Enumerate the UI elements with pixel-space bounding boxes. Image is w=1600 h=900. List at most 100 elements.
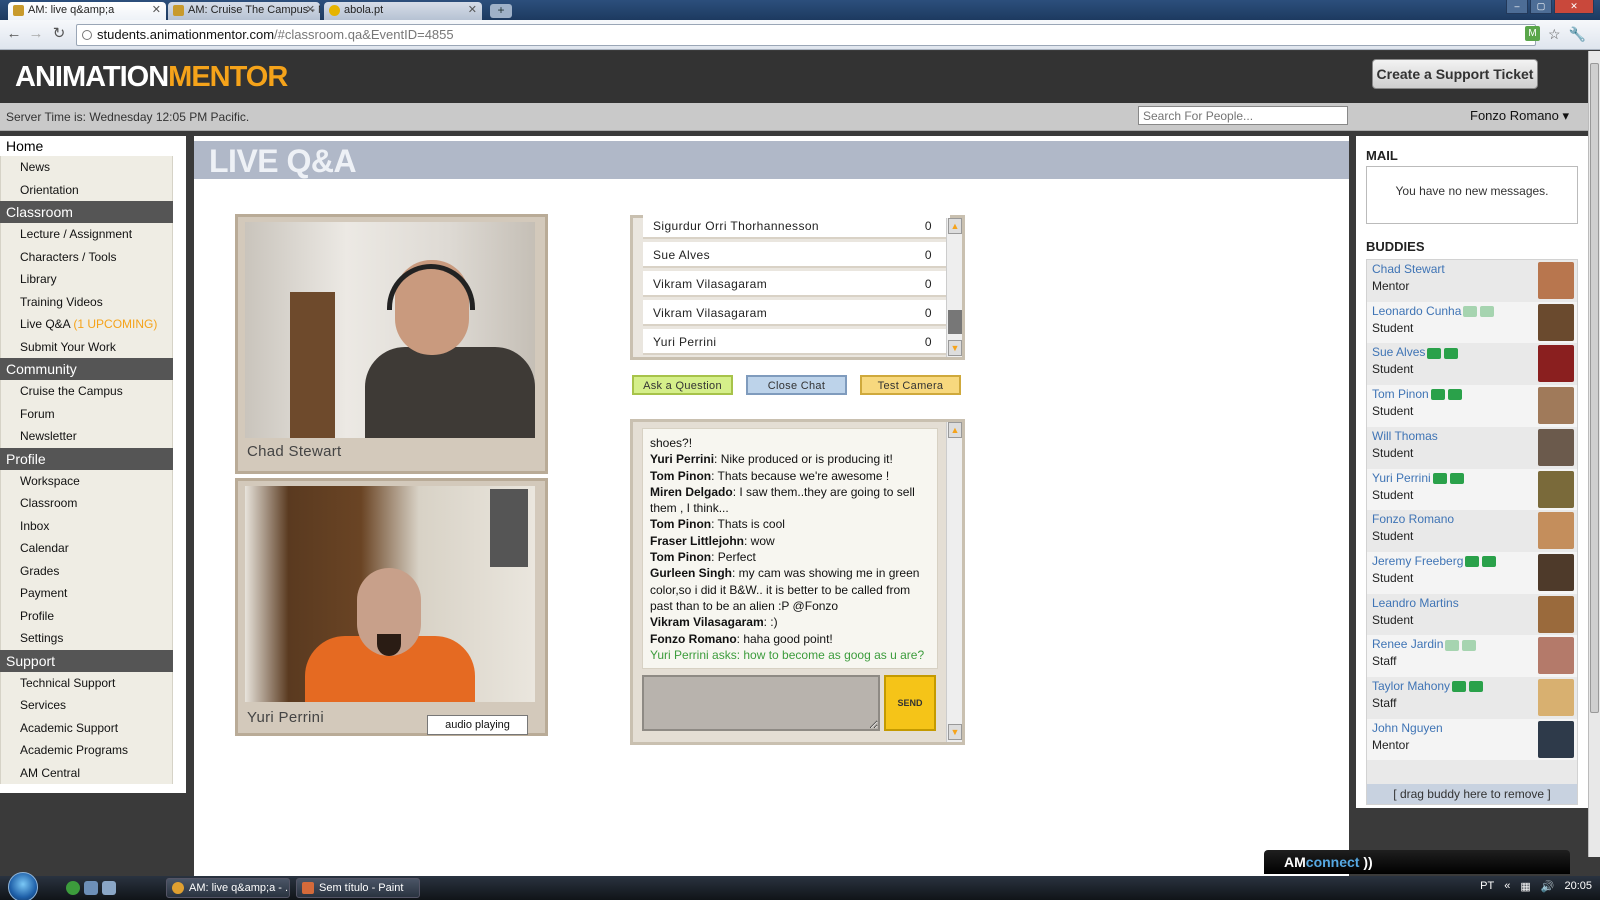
- page-info-icon[interactable]: [82, 30, 92, 40]
- close-tab-icon[interactable]: ✕: [152, 2, 161, 19]
- buddy-name[interactable]: Sue Alves: [1372, 345, 1425, 359]
- minimize-icon[interactable]: –: [1506, 0, 1528, 14]
- drag-remove-zone[interactable]: [ drag buddy here to remove ]: [1367, 784, 1577, 804]
- scroll-thumb[interactable]: [948, 310, 962, 334]
- nav-item-lecture[interactable]: Lecture / Assignment: [1, 223, 172, 246]
- camera-icon[interactable]: [1482, 556, 1497, 568]
- chat-message-input[interactable]: [642, 675, 880, 731]
- audio-playing-button[interactable]: audio playing: [427, 715, 528, 735]
- nav-section-community[interactable]: Community: [0, 358, 173, 380]
- tray-arrow-icon[interactable]: «: [1504, 880, 1510, 893]
- buddy-row[interactable]: Leandro Martins Student: [1367, 594, 1577, 636]
- nav-item-settings[interactable]: Settings: [1, 627, 172, 650]
- nav-item-inbox[interactable]: Inbox: [1, 515, 172, 538]
- forward-arrow-icon[interactable]: →: [28, 26, 44, 42]
- queue-scrollbar[interactable]: ▲ ▼: [946, 218, 962, 357]
- nav-item-newsletter[interactable]: Newsletter: [1, 425, 172, 448]
- buddy-row[interactable]: Fonzo Romano Student: [1367, 510, 1577, 552]
- taskbar-item-paint[interactable]: Sem título - Paint: [296, 878, 420, 898]
- show-desktop-icon[interactable]: [84, 881, 98, 895]
- browser-tab[interactable]: abola.pt ✕: [324, 2, 482, 20]
- animation-mentor-logo[interactable]: ANIMATIONMENTOR: [15, 59, 288, 95]
- chat-bubble-icon[interactable]: [1465, 556, 1480, 568]
- nav-item-live-qa[interactable]: Live Q&A (1 UPCOMING): [1, 313, 172, 336]
- buddy-row[interactable]: Renee Jardin Staff: [1367, 635, 1577, 677]
- skype-icon[interactable]: [66, 881, 80, 895]
- buddy-row[interactable]: Yuri Perrini Student: [1367, 468, 1577, 511]
- buddy-row[interactable]: Sue Alves Student: [1367, 343, 1577, 385]
- nav-item-academic-programs[interactable]: Academic Programs: [1, 739, 172, 762]
- chat-scrollbar[interactable]: ▲ ▼: [946, 422, 962, 742]
- window-close-icon[interactable]: ✕: [1554, 0, 1594, 14]
- test-camera-button[interactable]: Test Camera: [860, 375, 961, 395]
- close-tab-icon[interactable]: ✕: [468, 2, 477, 19]
- nav-item-news[interactable]: News: [1, 156, 172, 179]
- nav-item-technical-support[interactable]: Technical Support: [1, 672, 172, 695]
- create-support-ticket-button[interactable]: Create a Support Ticket: [1372, 59, 1538, 89]
- scroll-up-icon[interactable]: ▲: [948, 422, 962, 438]
- browser-tab[interactable]: AM: Cruise The Campus - M ✕: [168, 2, 320, 20]
- start-button[interactable]: [8, 872, 38, 900]
- nav-item-services[interactable]: Services: [1, 694, 172, 717]
- nav-item-grades[interactable]: Grades: [1, 560, 172, 583]
- close-tab-icon[interactable]: ✕: [306, 2, 315, 19]
- buddy-name[interactable]: John Nguyen: [1372, 721, 1443, 735]
- maximize-icon[interactable]: ▢: [1530, 0, 1552, 14]
- amconnect-bar[interactable]: AMconnect )): [1264, 850, 1570, 874]
- close-chat-button[interactable]: Close Chat: [746, 375, 847, 395]
- nav-item-characters[interactable]: Characters / Tools: [1, 246, 172, 269]
- buddy-name[interactable]: Yuri Perrini: [1372, 471, 1431, 485]
- bookmark-star-icon[interactable]: ☆: [1548, 26, 1561, 42]
- nav-item-library[interactable]: Library: [1, 268, 172, 291]
- chat-bubble-icon[interactable]: [1432, 472, 1447, 484]
- buddy-name[interactable]: Renee Jardin: [1372, 637, 1443, 651]
- page-scrollbar[interactable]: [1588, 51, 1600, 857]
- search-people-input[interactable]: [1138, 106, 1348, 125]
- extension-icon[interactable]: M: [1525, 26, 1540, 41]
- wrench-menu-icon[interactable]: 🔧: [1569, 26, 1586, 42]
- nav-item-calendar[interactable]: Calendar: [1, 537, 172, 560]
- network-icon[interactable]: ▦: [1520, 880, 1530, 893]
- new-tab-button[interactable]: +: [490, 4, 512, 18]
- buddy-row[interactable]: Leonardo Cunha Student: [1367, 301, 1577, 344]
- nav-section-classroom[interactable]: Classroom: [0, 201, 173, 223]
- scroll-down-icon[interactable]: ▼: [948, 724, 962, 740]
- language-indicator[interactable]: PT: [1480, 880, 1494, 893]
- chat-bubble-icon[interactable]: [1430, 389, 1445, 401]
- scroll-up-icon[interactable]: ▲: [948, 218, 962, 234]
- browser-tab-active[interactable]: AM: live q&amp;a ✕: [8, 2, 166, 20]
- back-arrow-icon[interactable]: ←: [6, 26, 22, 42]
- reload-icon[interactable]: ↻: [51, 26, 67, 42]
- buddy-name[interactable]: Leandro Martins: [1372, 596, 1459, 610]
- camera-icon[interactable]: [1480, 306, 1495, 318]
- nav-item-academic-support[interactable]: Academic Support: [1, 717, 172, 740]
- user-menu[interactable]: Fonzo Romano ▾: [1470, 108, 1569, 124]
- camera-icon[interactable]: [1462, 639, 1477, 651]
- taskbar-item-browser[interactable]: AM: live q&amp;a - ...: [166, 878, 290, 898]
- ask-question-button[interactable]: Ask a Question: [632, 375, 733, 395]
- nav-item-orientation[interactable]: Orientation: [1, 179, 172, 202]
- address-bar[interactable]: students.animationmentor.com/#classroom.…: [76, 24, 1536, 46]
- buddy-row[interactable]: Will Thomas Student: [1367, 427, 1577, 469]
- chat-bubble-icon[interactable]: [1445, 639, 1460, 651]
- chat-bubble-icon[interactable]: [1427, 347, 1442, 359]
- camera-icon[interactable]: [1444, 347, 1459, 359]
- nav-home[interactable]: Home: [0, 136, 186, 156]
- buddy-row[interactable]: John Nguyen Mentor: [1367, 718, 1577, 761]
- buddy-name[interactable]: Taylor Mahony: [1372, 679, 1450, 693]
- nav-item-forum[interactable]: Forum: [1, 403, 172, 426]
- scroll-thumb[interactable]: [1590, 63, 1599, 713]
- nav-item-submit-work[interactable]: Submit Your Work: [1, 336, 172, 359]
- camera-icon[interactable]: [1447, 389, 1462, 401]
- nav-item-workspace[interactable]: Workspace: [1, 470, 172, 493]
- clock[interactable]: 20:05: [1564, 880, 1592, 893]
- buddy-row[interactable]: Jeremy Freeberg Student: [1367, 551, 1577, 594]
- scroll-down-icon[interactable]: ▼: [948, 340, 962, 356]
- send-button[interactable]: SEND: [884, 675, 936, 731]
- nav-section-support[interactable]: Support: [0, 649, 173, 672]
- chat-bubble-icon[interactable]: [1463, 306, 1478, 318]
- buddy-name[interactable]: Leonardo Cunha: [1372, 304, 1461, 318]
- chat-bubble-icon[interactable]: [1452, 681, 1467, 693]
- buddy-name[interactable]: Will Thomas: [1372, 429, 1438, 443]
- switch-windows-icon[interactable]: [102, 881, 116, 895]
